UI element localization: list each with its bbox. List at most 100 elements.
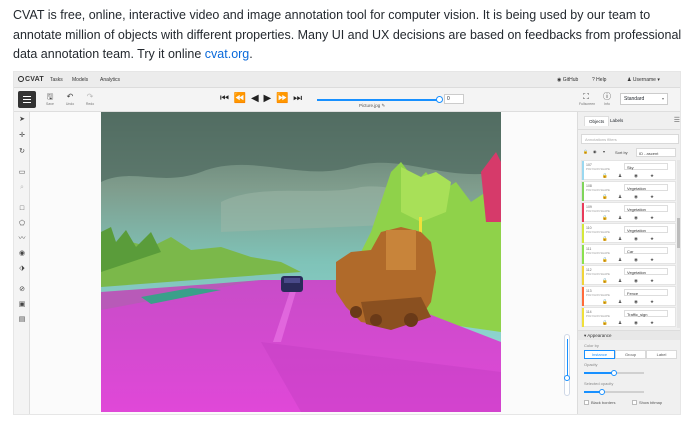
object-card[interactable]: 112 POLYGON SHAPE Vegetation 🔒 ♟ ◉ ★ <box>581 265 676 285</box>
lock-icon[interactable]: 🔒 <box>602 278 608 283</box>
object-card[interactable]: 109 POLYGON SHAPE Vegetation 🔒 ♟ ◉ ★ <box>581 202 676 222</box>
object-card[interactable]: 110 POLYGON SHAPE Vegetation 🔒 ♟ ◉ ★ <box>581 223 676 243</box>
zoom-icon[interactable]: ⌕ <box>17 183 27 193</box>
annotations-filter-input[interactable]: Annotations filters <box>581 134 679 144</box>
fullscreen-button[interactable]: ⛶ Fullscreen <box>579 92 595 106</box>
polygon-icon[interactable]: ⬠ <box>17 219 27 229</box>
object-card[interactable]: 111 POLYGON SHAPE Car 🔒 ♟ ◉ ★ <box>581 244 676 264</box>
undo-button[interactable]: ↶ Undo <box>64 92 76 108</box>
polyline-icon[interactable]: 〰 <box>17 234 27 244</box>
star-icon[interactable]: ★ <box>650 257 654 262</box>
star-icon[interactable]: ★ <box>650 194 654 199</box>
occluded-icon[interactable]: ♟ <box>618 236 622 241</box>
rotate-icon[interactable]: ↻ <box>17 147 27 157</box>
object-label-select[interactable]: Vegetation <box>624 184 668 191</box>
eye-icon[interactable]: ◉ <box>634 215 638 220</box>
star-icon[interactable]: ★ <box>650 278 654 283</box>
object-label-select[interactable]: Vegetation <box>624 268 668 275</box>
star-icon[interactable]: ★ <box>650 236 654 241</box>
sort-select[interactable]: ID - ascent <box>636 148 676 157</box>
eye-icon[interactable]: ◉ <box>634 257 638 262</box>
occluded-icon[interactable]: ♟ <box>618 299 622 304</box>
cvat-logo[interactable]: CVAT <box>18 76 44 83</box>
occluded-icon[interactable]: ♟ <box>618 173 622 178</box>
tag-icon[interactable]: ⬗ <box>17 264 27 274</box>
canvas-zoom-slider[interactable] <box>564 334 570 396</box>
opacity-slider[interactable] <box>584 369 644 376</box>
chevron-down-icon[interactable]: ▾ <box>603 149 605 154</box>
star-icon[interactable]: ★ <box>650 173 654 178</box>
occluded-icon[interactable]: ♟ <box>618 257 622 262</box>
eye-all-icon[interactable]: ◉ <box>593 149 597 154</box>
occluded-icon[interactable]: ♟ <box>618 194 622 199</box>
star-icon[interactable]: ★ <box>650 215 654 220</box>
object-label-select[interactable]: Sky <box>624 163 668 170</box>
rectangle-icon[interactable]: □ <box>17 204 27 214</box>
selected-opacity-slider[interactable] <box>584 388 644 395</box>
redo-button[interactable]: ↷ Redo <box>84 92 96 108</box>
eye-icon[interactable]: ◉ <box>634 320 638 325</box>
workspace-select[interactable]: Standard ▾ <box>620 93 668 105</box>
eye-icon[interactable]: ◉ <box>634 173 638 178</box>
menu-button[interactable] <box>18 91 36 108</box>
object-card[interactable]: 108 POLYGON SHAPE Vegetation 🔒 ♟ ◉ ★ <box>581 181 676 201</box>
occluded-icon[interactable]: ♟ <box>618 320 622 325</box>
object-label-select[interactable]: Vegetation <box>624 226 668 233</box>
annotation-canvas[interactable] <box>30 112 577 414</box>
fit-icon[interactable]: ▭ <box>17 168 27 178</box>
object-label-select[interactable]: Car <box>624 247 668 254</box>
object-label-select[interactable]: Traffic_sign <box>624 310 668 317</box>
cursor-icon[interactable]: ➤ <box>17 115 27 125</box>
nav-tasks[interactable]: Tasks <box>50 77 63 83</box>
occluded-icon[interactable]: ♟ <box>618 215 622 220</box>
lock-icon[interactable]: 🔒 <box>602 215 608 220</box>
move-icon[interactable]: ✛ <box>17 131 27 141</box>
object-card[interactable]: 107 POLYGON SHAPE Sky 🔒 ♟ ◉ ★ <box>581 160 676 180</box>
eye-icon[interactable]: ◉ <box>634 299 638 304</box>
eye-icon[interactable]: ◉ <box>634 278 638 283</box>
selected-opacity-handle[interactable] <box>599 388 605 395</box>
github-link[interactable]: ◉ GitHub <box>557 77 578 83</box>
merge-icon[interactable]: ⊘ <box>17 285 27 295</box>
lock-icon[interactable]: 🔒 <box>602 320 608 325</box>
nav-models[interactable]: Models <box>72 77 88 83</box>
nav-analytics[interactable]: Analytics <box>100 77 120 83</box>
eye-icon[interactable]: ◉ <box>634 194 638 199</box>
zoom-slider-handle[interactable] <box>564 375 570 381</box>
black-borders-checkbox[interactable]: Black borders <box>584 400 615 405</box>
opacity-handle[interactable] <box>611 369 617 376</box>
object-label-select[interactable]: Vegetation <box>624 205 668 212</box>
collapse-icon[interactable]: ☰ <box>674 116 680 124</box>
player-controls[interactable]: ⏮ ⏪ ◀ ▶ ⏩ ⏭ <box>220 93 303 104</box>
show-bitmap-checkbox[interactable]: Show bitmap <box>632 400 662 405</box>
star-icon[interactable]: ★ <box>650 299 654 304</box>
occluded-icon[interactable]: ♟ <box>618 278 622 283</box>
lock-icon[interactable]: 🔒 <box>602 299 608 304</box>
appearance-header[interactable]: ▾ Appearance <box>578 330 680 340</box>
color-by-label-option[interactable]: Label <box>646 350 677 359</box>
scrollbar-thumb[interactable] <box>677 218 680 248</box>
color-by-instance[interactable]: Instance <box>584 350 615 359</box>
frame-number-input[interactable]: 0 <box>444 94 464 104</box>
object-card[interactable]: 114 POLYGON SHAPE Traffic_sign 🔒 ♟ ◉ ★ <box>581 307 676 327</box>
frame-slider-handle[interactable] <box>436 96 443 103</box>
help-link[interactable]: ? Help <box>592 77 606 83</box>
lock-icon[interactable]: 🔒 <box>602 236 608 241</box>
group-icon[interactable]: ▣ <box>17 300 27 310</box>
object-card[interactable]: 113 POLYGON SHAPE Fence 🔒 ♟ ◉ ★ <box>581 286 676 306</box>
lock-icon[interactable]: 🔒 <box>602 173 608 178</box>
save-button[interactable]: 🖫 Save <box>44 92 56 108</box>
user-menu[interactable]: ♟ Username ▾ <box>627 77 660 83</box>
cvat-org-link[interactable]: cvat.org <box>205 47 249 61</box>
tab-labels[interactable]: Labels <box>610 118 623 123</box>
split-icon[interactable]: ▤ <box>17 315 27 325</box>
frame-slider[interactable] <box>317 99 439 101</box>
color-by-group-option[interactable]: Group <box>615 350 646 359</box>
star-icon[interactable]: ★ <box>650 320 654 325</box>
lock-icon[interactable]: 🔒 <box>602 194 608 199</box>
eye-icon[interactable]: ◉ <box>634 236 638 241</box>
object-label-select[interactable]: Fence <box>624 289 668 296</box>
lock-all-icon[interactable]: 🔒 <box>583 149 588 154</box>
info-button[interactable]: ⓘ Info <box>600 92 614 106</box>
points-icon[interactable]: ◉ <box>17 249 27 259</box>
